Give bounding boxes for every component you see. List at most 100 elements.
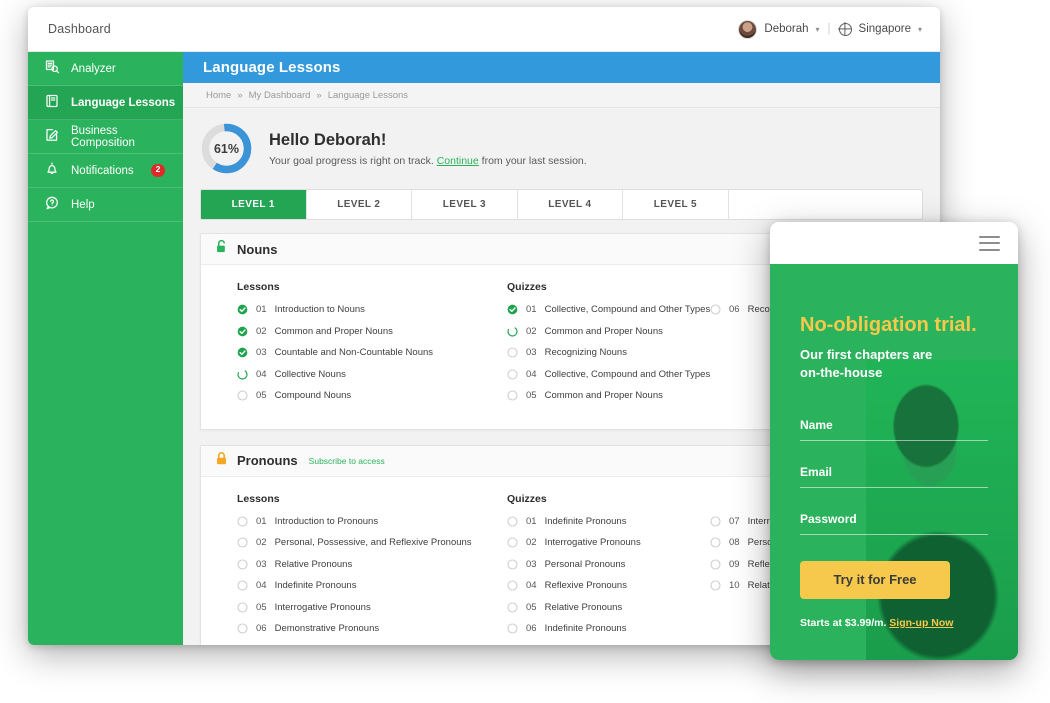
sidebar-item-analyzer[interactable]: Analyzer [28,52,183,86]
sidebar-item-notifications[interactable]: Notifications 2 [28,154,183,188]
item-label: Common and Proper Nouns [544,325,663,337]
lesson-item[interactable]: 02 Common and Proper Nouns [237,326,471,337]
lesson-item[interactable]: 01 Indefinite Pronouns [507,516,686,527]
item-label: Compound Nouns [274,390,352,401]
book-icon [44,93,60,112]
tab-level-5[interactable]: LEVEL 5 [623,190,729,219]
name-field-wrapper [800,416,988,441]
lesson-item[interactable]: 01 Introduction to Nouns [237,304,471,315]
column-heading: Lessons [237,281,280,293]
try-free-button[interactable]: Try it for Free [800,560,950,599]
progress-percent: 61% [213,141,240,156]
hamburger-icon[interactable] [979,235,1000,251]
item-number: 01 [256,304,267,315]
account-area: Deborah ▾ | Singapore ▾ [738,19,922,39]
continue-link[interactable]: Continue [437,155,479,167]
status-empty-icon [710,537,721,548]
lesson-item[interactable]: 01 Introduction to Pronouns [237,516,471,527]
status-empty-icon [710,304,721,315]
section-column: Lessons 01 Introduction to Pronouns 02 P… [201,492,472,645]
item-number: 05 [526,601,537,613]
signup-now-link[interactable]: Sign-up Now [889,617,953,629]
item-number: 02 [526,537,537,548]
lesson-item[interactable]: 03 Relative Pronouns [237,559,471,570]
promo-content: No-obligation trial. Our first chapters … [800,264,988,629]
lesson-item[interactable]: 05 Interrogative Pronouns [237,602,471,613]
lesson-item[interactable]: 03 Countable and Non-Countable Nouns [237,347,471,358]
lesson-item[interactable]: 04 Collective Nouns [237,369,471,380]
lesson-item[interactable]: 04 Indefinite Pronouns [237,580,471,591]
lesson-item[interactable]: 03 Recognizing Nouns [507,347,686,358]
sidebar-item-label: Business Composition [71,124,135,149]
pencil-document-icon [44,127,60,146]
item-number: 09 [729,558,740,570]
browser-title: Dashboard [48,22,111,36]
item-number: 05 [256,390,267,401]
status-empty-icon [507,368,518,380]
status-empty-icon [237,558,248,570]
greeting-text-before: Your goal progress is right on track. [269,154,437,167]
item-label: Recognizing Nouns [544,347,627,358]
sidebar-item-language-lessons[interactable]: Language Lessons [28,86,183,120]
section-column: Quizzes 01 Indefinite Pronouns 02 Interr… [471,493,686,645]
lesson-item[interactable]: 02 Common and Proper Nouns [507,326,686,337]
section-column: Quizzes 01 Collective, Compound and Othe… [471,281,710,412]
greeting-block: 61% Hello Deborah! Your goal progress is… [183,108,940,189]
region-name[interactable]: Singapore [859,23,911,35]
mobile-topbar [770,222,1018,264]
breadcrumb-item[interactable]: Home [206,90,231,101]
item-number: 05 [526,390,537,401]
signup-form [800,416,988,535]
name-field[interactable] [800,417,988,432]
lesson-item[interactable]: 06 Indefinite Pronouns [507,623,686,634]
lesson-item[interactable]: 02 Personal, Possessive, and Reflexive P… [237,537,472,548]
item-number: 04 [526,580,537,591]
breadcrumb-item[interactable]: Language Lessons [328,90,408,101]
lesson-item[interactable]: 03 Personal Pronouns [507,559,686,570]
item-label: Introduction to Pronouns [274,515,379,527]
lesson-item[interactable]: 04 Reflexive Pronouns [507,580,686,591]
column-heading: Lessons [237,492,280,505]
page-header-bar: Language Lessons [183,52,940,83]
breadcrumb-item[interactable]: My Dashboard [249,90,311,101]
chevron-down-icon-region[interactable]: ▾ [918,25,922,34]
chevron-down-icon[interactable]: ▾ [816,25,820,34]
lesson-item[interactable]: 01 Collective, Compound and Other Types [507,304,710,315]
lesson-item[interactable]: 05 Relative Pronouns [507,602,686,613]
sidebar-item-label: Notifications [71,164,134,177]
sidebar: Analyzer Language Lessons Business Compo… [28,52,183,645]
lesson-item[interactable]: 06 Demonstrative Pronouns [237,623,471,634]
user-name[interactable]: Deborah [764,23,808,35]
item-number: 03 [256,347,267,358]
lock-open-icon [215,239,228,259]
mobile-promo-body: No-obligation trial. Our first chapters … [770,264,1018,660]
lesson-item[interactable]: 04 Collective, Compound and Other Types [507,368,710,380]
lesson-item[interactable]: 02 Interrogative Pronouns [507,537,686,548]
item-label: Countable and Non-Countable Nouns [274,347,434,358]
sidebar-item-help[interactable]: Help [28,188,183,222]
item-number: 04 [256,580,267,591]
tab-level-4[interactable]: LEVEL 4 [517,190,624,219]
item-number: 01 [256,515,267,527]
lesson-item[interactable]: 05 Common and Proper Nouns [507,390,686,401]
tab-level-3[interactable]: LEVEL 3 [412,190,518,219]
breadcrumb-separator: » [237,89,243,101]
lock-closed-icon [215,451,228,471]
tab-level-1[interactable]: LEVEL 1 [201,190,307,219]
item-label: Collective Nouns [274,368,346,380]
password-field[interactable] [800,511,988,526]
subscribe-note[interactable]: Subscribe to access [309,456,385,466]
email-field[interactable] [800,464,988,479]
item-number: 10 [729,580,740,591]
progress-ring: 61% [200,122,253,175]
status-empty-icon [237,537,248,548]
item-number: 08 [729,537,740,548]
item-label: Indefinite Pronouns [544,515,627,527]
tab-level-2[interactable]: LEVEL 2 [306,190,413,219]
sidebar-item-business-composition[interactable]: Business Composition [28,120,183,154]
lesson-item[interactable]: 05 Compound Nouns [237,390,471,401]
greeting-subtext: Your goal progress is right on track. Co… [269,155,587,167]
mobile-promo-panel: No-obligation trial. Our first chapters … [770,222,1018,660]
greeting-text-after: from your last session. [478,154,587,167]
promo-subtitle-line2: on-the-house [800,365,883,381]
